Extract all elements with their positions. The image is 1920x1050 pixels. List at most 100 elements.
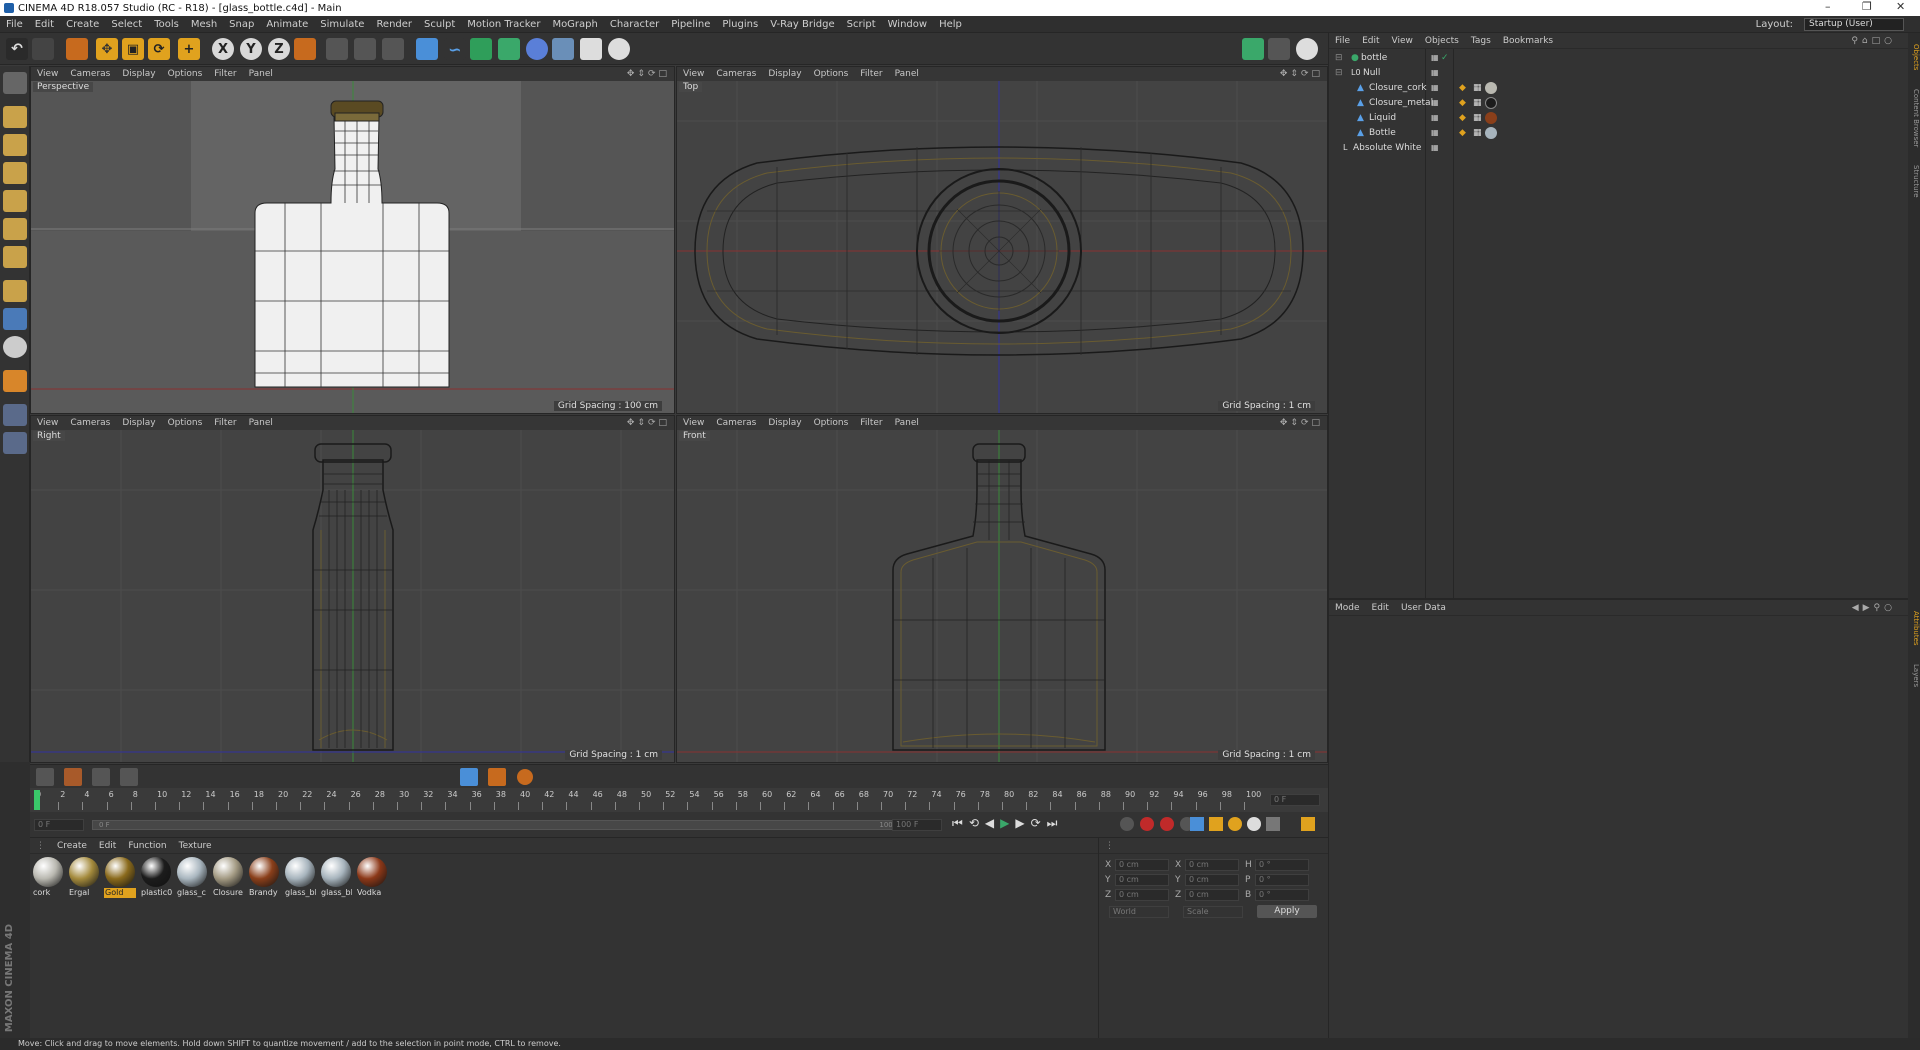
menu-motion-tracker[interactable]: Motion Tracker — [461, 19, 546, 30]
viewport-menu-filter[interactable]: Filter — [854, 69, 888, 79]
floor-scene-icon[interactable] — [552, 38, 574, 60]
render-picture-viewer-icon[interactable] — [354, 38, 376, 60]
texture-mode-icon[interactable] — [3, 134, 27, 156]
menu-file[interactable]: File — [0, 19, 29, 30]
viewport-menu-cameras[interactable]: Cameras — [64, 69, 116, 79]
rotate-tool-icon[interactable]: ⟳ — [148, 38, 170, 60]
workplane-lock-icon[interactable] — [3, 370, 27, 392]
previous-frame-icon[interactable]: ◀ — [985, 816, 994, 831]
minimize-icon[interactable]: – — [1825, 0, 1831, 13]
om-menu-edit[interactable]: Edit — [1356, 36, 1385, 46]
viewport-top[interactable]: View Cameras Display Options Filter Pane… — [676, 66, 1328, 414]
om-menu-bookmarks[interactable]: Bookmarks — [1497, 36, 1559, 46]
om-menu-tags[interactable]: Tags — [1465, 36, 1497, 46]
playhead-marker[interactable] — [34, 790, 40, 810]
axis-mode-icon[interactable] — [3, 280, 27, 302]
vray-render-icon[interactable] — [1242, 38, 1264, 60]
spline-pen-icon[interactable]: ∽ — [444, 38, 466, 60]
model-mode-icon[interactable] — [3, 106, 27, 128]
material-swatch[interactable]: glass_bl — [284, 856, 316, 900]
menu-snap[interactable]: Snap — [223, 19, 260, 30]
object-row[interactable]: ⊟ L0 Null ▦ — [1329, 65, 1909, 80]
material-tag-icon[interactable] — [1485, 126, 1497, 139]
go-to-end-icon[interactable]: ⏭ — [1047, 816, 1058, 831]
parameter-key-icon[interactable] — [1247, 817, 1261, 831]
snap-icon[interactable] — [3, 336, 27, 358]
material-tag-icon[interactable] — [1485, 81, 1497, 94]
apply-button[interactable]: Apply — [1257, 905, 1317, 918]
menu-plugins[interactable]: Plugins — [716, 19, 764, 30]
viewport-right[interactable]: View Cameras Display Options Filter Pane… — [30, 415, 675, 763]
viewport-menu-view[interactable]: View — [31, 418, 64, 428]
move-tool-icon[interactable]: ✥ — [96, 38, 118, 60]
planar-workplane-icon[interactable] — [3, 432, 27, 454]
cube-primitive-icon[interactable] — [416, 38, 438, 60]
menu-sculpt[interactable]: Sculpt — [418, 19, 461, 30]
camera-icon[interactable] — [580, 38, 602, 60]
layout-dropdown[interactable]: Startup (User) — [1804, 18, 1904, 31]
render-settings-icon[interactable] — [382, 38, 404, 60]
timeline-ruler[interactable]: 0246810121416182022242628303234363840424… — [30, 788, 1328, 812]
menu-animate[interactable]: Animate — [260, 19, 314, 30]
phong-tag-icon[interactable]: ◆ — [1459, 83, 1466, 93]
viewport-perspective[interactable]: View Cameras Display Options Filter Pane… — [30, 66, 675, 414]
uvw-tag-icon[interactable]: ▦ — [1473, 128, 1482, 138]
undo-icon[interactable]: ↶ — [6, 38, 28, 60]
edges-mode-icon[interactable] — [3, 218, 27, 240]
position-z-field[interactable]: 0 cm — [1115, 889, 1169, 901]
menu-character[interactable]: Character — [604, 19, 665, 30]
mm-menu-edit[interactable]: Edit — [93, 841, 122, 851]
coordinate-system-icon[interactable] — [294, 38, 316, 60]
rotation-h-field[interactable]: 0 ° — [1255, 859, 1309, 871]
object-row[interactable]: L Absolute White ▦ — [1329, 140, 1909, 155]
visibility-toggle-icon[interactable]: ▦ — [1431, 113, 1439, 122]
viewport-menu-panel[interactable]: Panel — [889, 69, 925, 79]
viewport-menu-panel[interactable]: Panel — [889, 418, 925, 428]
menu-vray-bridge[interactable]: V-Ray Bridge — [764, 19, 840, 30]
viewport-menu-options[interactable]: Options — [162, 69, 209, 79]
viewport-menu-cameras[interactable]: Cameras — [710, 418, 762, 428]
phong-tag-icon[interactable]: ◆ — [1459, 98, 1466, 108]
workplane-mode-icon[interactable] — [3, 162, 27, 184]
redo-icon[interactable] — [32, 38, 54, 60]
make-editable-icon[interactable] — [3, 72, 27, 94]
object-row[interactable]: ▲ Closure_cork ▦ ◆ ▦ — [1329, 80, 1909, 95]
scale-key-icon[interactable] — [1209, 817, 1223, 831]
tab-attributes[interactable]: Attributes — [1908, 603, 1920, 653]
frame-range-slider[interactable]: 0 F 100 F — [92, 820, 912, 830]
visibility-toggle-icon[interactable]: ▦ — [1431, 68, 1439, 77]
tweak-mode-icon[interactable] — [3, 308, 27, 330]
viewport-nav-icons[interactable]: ✥⇕⟳□ — [627, 69, 670, 79]
mm-menu-create[interactable]: Create — [51, 841, 93, 851]
uvw-tag-icon[interactable]: ▦ — [1473, 98, 1482, 108]
render-view-icon[interactable] — [326, 38, 348, 60]
menu-render[interactable]: Render — [370, 19, 418, 30]
coordinate-mode-dropdown[interactable]: World — [1109, 906, 1169, 918]
menu-simulate[interactable]: Simulate — [314, 19, 370, 30]
viewport-menu-filter[interactable]: Filter — [208, 418, 242, 428]
viewport-menu-panel[interactable]: Panel — [243, 418, 279, 428]
visibility-toggle-icon[interactable]: ▦ — [1431, 143, 1439, 152]
menu-window[interactable]: Window — [882, 19, 933, 30]
points-mode-icon[interactable] — [3, 190, 27, 212]
rotation-b-field[interactable]: 0 ° — [1255, 889, 1309, 901]
viewport-menu-view[interactable]: View — [677, 69, 710, 79]
tab-structure[interactable]: Structure — [1908, 159, 1920, 203]
om-search-icons[interactable]: ⚲⌂□○ — [1845, 36, 1902, 46]
x-axis-lock-icon[interactable]: X — [212, 38, 234, 60]
viewport-menu-options[interactable]: Options — [808, 69, 855, 79]
tab-content-browser[interactable]: Content Browser — [1908, 83, 1920, 153]
deformer-icon[interactable] — [526, 38, 548, 60]
viewport-menu-cameras[interactable]: Cameras — [710, 69, 762, 79]
current-frame-field[interactable]: 0 F — [1270, 794, 1320, 806]
scheme-icon[interactable] — [1301, 817, 1315, 831]
menu-select[interactable]: Select — [105, 19, 148, 30]
light-icon[interactable] — [608, 38, 630, 60]
material-swatch[interactable]: plastic0 — [140, 856, 172, 900]
menu-tools[interactable]: Tools — [148, 19, 185, 30]
z-axis-lock-icon[interactable]: Z — [268, 38, 290, 60]
material-swatch[interactable]: cork — [32, 856, 64, 900]
key-icon[interactable] — [1120, 817, 1134, 831]
viewport-menu-panel[interactable]: Panel — [243, 69, 279, 79]
viewport-menu-filter[interactable]: Filter — [208, 69, 242, 79]
